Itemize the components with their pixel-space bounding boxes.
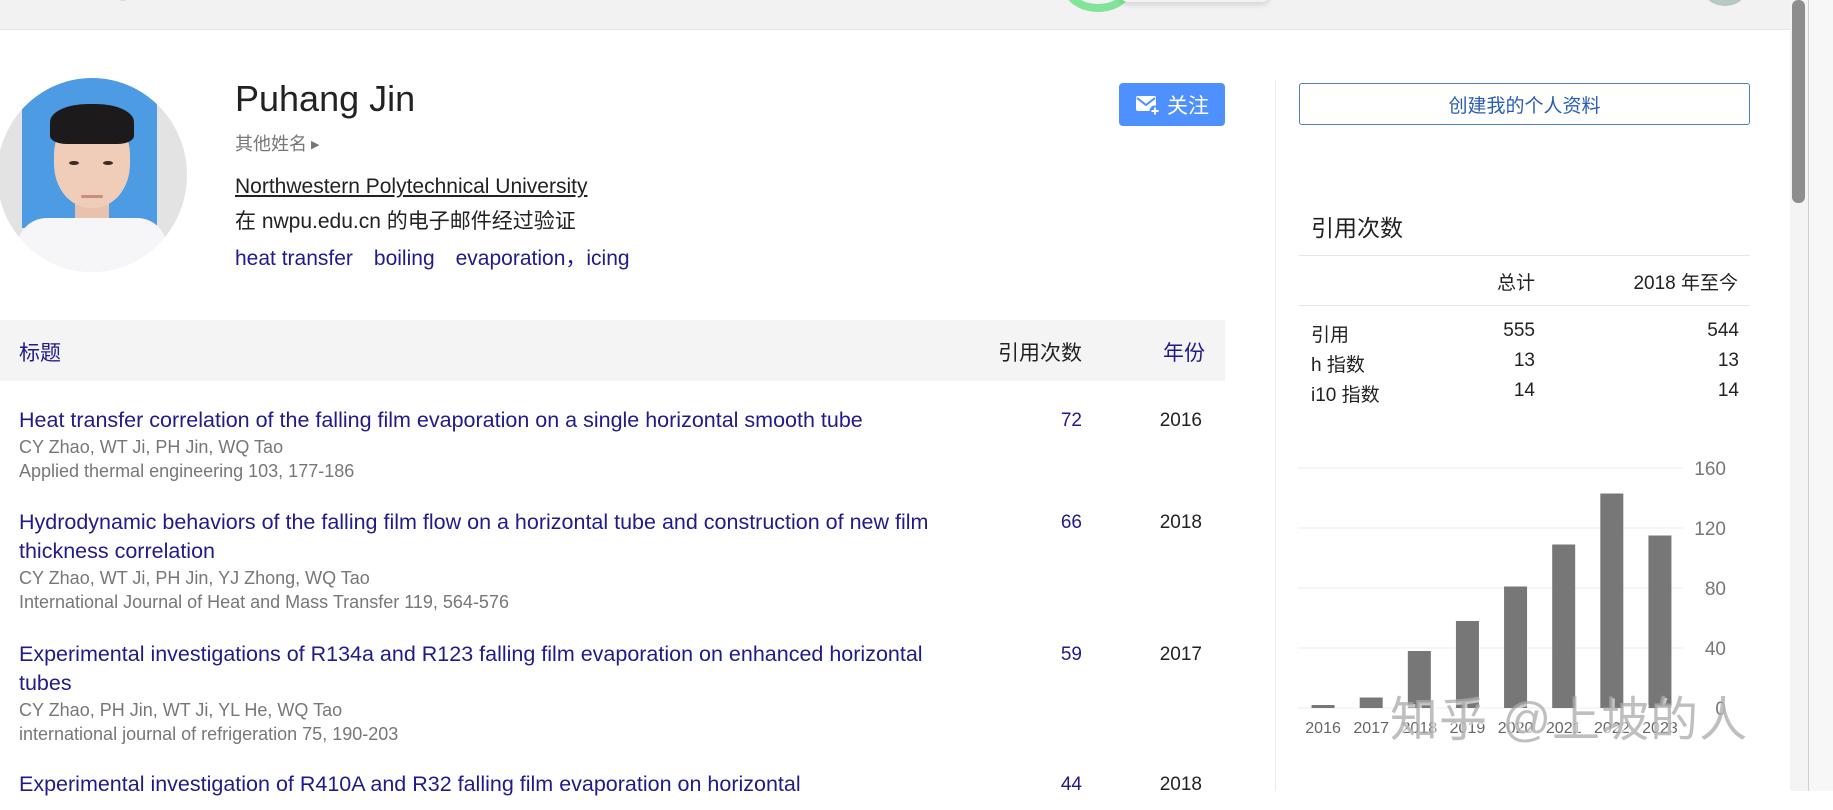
publication-authors: CY Zhao, WT Ji, PH Jin, YJ Zhong, WQ Tao [19, 568, 370, 588]
follow-label: 关注 [1167, 94, 1209, 118]
stats-divider [1299, 255, 1750, 256]
bar-2017[interactable] [1359, 697, 1383, 709]
search-pill[interactable] [1120, 0, 1270, 2]
x-tick-label: 2016 [1305, 720, 1341, 737]
other-names-toggle[interactable]: 其他姓名 ▶ [235, 130, 319, 156]
cited-by-count[interactable]: 72 [1022, 410, 1082, 432]
cited-by-count[interactable]: 59 [1022, 644, 1082, 666]
x-tick-label: 2022 [1594, 720, 1630, 737]
cited-by-count[interactable]: 44 [1022, 774, 1082, 796]
column-divider [1275, 80, 1276, 791]
x-tick-label: 2020 [1498, 720, 1534, 737]
publication-venue: Applied thermal engineering 103, 177-186 [19, 461, 355, 481]
y-tick-label: 120 [1694, 519, 1726, 540]
photo-eye [69, 161, 79, 165]
photo-eye [103, 161, 113, 165]
bar-2016[interactable] [1311, 705, 1335, 708]
table-row: Hydrodynamic behaviors of the falling fi… [0, 508, 1225, 618]
x-tick-label: 2018 [1402, 720, 1438, 737]
sort-by-year[interactable]: 年份 [1163, 337, 1205, 367]
sort-by-title[interactable]: 标题 [19, 337, 61, 367]
stat-label: i10 指数 [1311, 385, 1380, 406]
table-row: Experimental investigations of R134a and… [0, 640, 1225, 750]
publication-authors: CY Zhao, WT Ji, PH Jin, WQ Tao [19, 437, 284, 457]
stats-header-total: 总计 [1496, 273, 1535, 294]
stat-label: h 指数 [1311, 355, 1365, 376]
profile-photo [0, 78, 187, 272]
bar-2019[interactable] [1455, 621, 1479, 708]
y-tick-label: 40 [1705, 639, 1726, 660]
publication-venue: international journal of refrigeration 7… [19, 724, 399, 744]
x-tick-label: 2017 [1353, 720, 1389, 737]
stat-since: 14 [1717, 380, 1739, 401]
stats-header-since: 2018 年至今 [1633, 273, 1738, 294]
stats-row-h-index: h 指数 13 13 [1311, 350, 1739, 380]
stat-label: 引用 [1311, 325, 1350, 346]
stat-since: 544 [1707, 320, 1739, 341]
affiliation-link[interactable]: Northwestern Polytechnical University [235, 175, 587, 199]
publication-venue: International Journal of Heat and Mass T… [19, 592, 509, 612]
verified-email: 在 nwpu.edu.cn 的电子邮件经过验证 [235, 210, 576, 233]
stat-total: 14 [1513, 380, 1535, 401]
bar-2021[interactable] [1552, 544, 1576, 709]
interest-link[interactable]: evaporation，icing [456, 247, 630, 270]
publication-title[interactable]: Experimental investigations of R134a and… [19, 640, 969, 698]
interest-link[interactable]: heat transfer [235, 247, 353, 270]
window-edge [1808, 0, 1833, 791]
top-app-bar [0, 0, 1790, 30]
caret-right-icon: ▶ [311, 139, 320, 151]
bar-2022[interactable] [1600, 493, 1624, 709]
x-tick-label: 2021 [1546, 720, 1582, 737]
publication-authors: CY Zhao, PH Jin, WT Ji, YL He, WQ Tao [19, 700, 343, 720]
stats-row-citations: 引用 555 544 [1311, 320, 1739, 350]
photo-shirt [17, 218, 167, 272]
research-interests: heat transfer boiling evaporation，icing [235, 242, 630, 272]
other-names-label: 其他姓名 [235, 134, 307, 154]
stat-since: 13 [1717, 350, 1739, 371]
follow-button[interactable]: 关注 [1119, 83, 1225, 126]
create-profile-button[interactable]: 创建我的个人资料 [1299, 83, 1750, 125]
publication-year: 2018 [1159, 512, 1202, 533]
x-tick-label: 2019 [1450, 720, 1486, 737]
header-cited-by: 引用次数 [998, 342, 1082, 365]
table-header: 标题 引用次数 年份 [0, 320, 1225, 381]
y-tick-label: 160 [1694, 459, 1726, 480]
bar-2023[interactable] [1648, 535, 1672, 709]
bar-2018[interactable] [1407, 651, 1431, 708]
cited-by-count[interactable]: 66 [1022, 512, 1082, 534]
y-tick-label: 80 [1705, 579, 1726, 600]
publication-year: 2018 [1159, 774, 1202, 795]
x-tick-label: 2023 [1642, 720, 1678, 737]
bar-2020[interactable] [1504, 586, 1528, 709]
publication-year: 2016 [1159, 410, 1202, 431]
table-row: Experimental investigation of R410A and … [0, 770, 1225, 810]
stats-divider [1299, 305, 1750, 306]
mail-plus-icon [1136, 95, 1161, 116]
citations-per-year-chart: 0 40 80 120 160 2016 2017 2018 2019 2020 2021 2022 2… [1298, 459, 1726, 737]
publication-title[interactable]: Hydrodynamic behaviors of the falling fi… [19, 508, 969, 566]
photo-mouth [81, 195, 103, 198]
y-tick-label: 0 [1715, 699, 1726, 720]
interest-link[interactable]: boiling [374, 247, 435, 270]
publication-title[interactable]: Experimental investigation of R410A and … [19, 770, 969, 799]
publication-title[interactable]: Heat transfer correlation of the falling… [19, 406, 969, 435]
publication-year: 2017 [1159, 644, 1202, 665]
photo-hair [50, 104, 134, 144]
stat-total: 13 [1513, 350, 1535, 371]
profile-name: Puhang Jin [235, 78, 416, 119]
table-row: Heat transfer correlation of the falling… [0, 406, 1225, 486]
stats-row-i10-index: i10 指数 14 14 [1311, 380, 1739, 410]
cited-by-heading: 引用次数 [1311, 215, 1403, 241]
scrollbar-thumb[interactable] [1792, 0, 1805, 203]
stat-total: 555 [1503, 320, 1535, 341]
